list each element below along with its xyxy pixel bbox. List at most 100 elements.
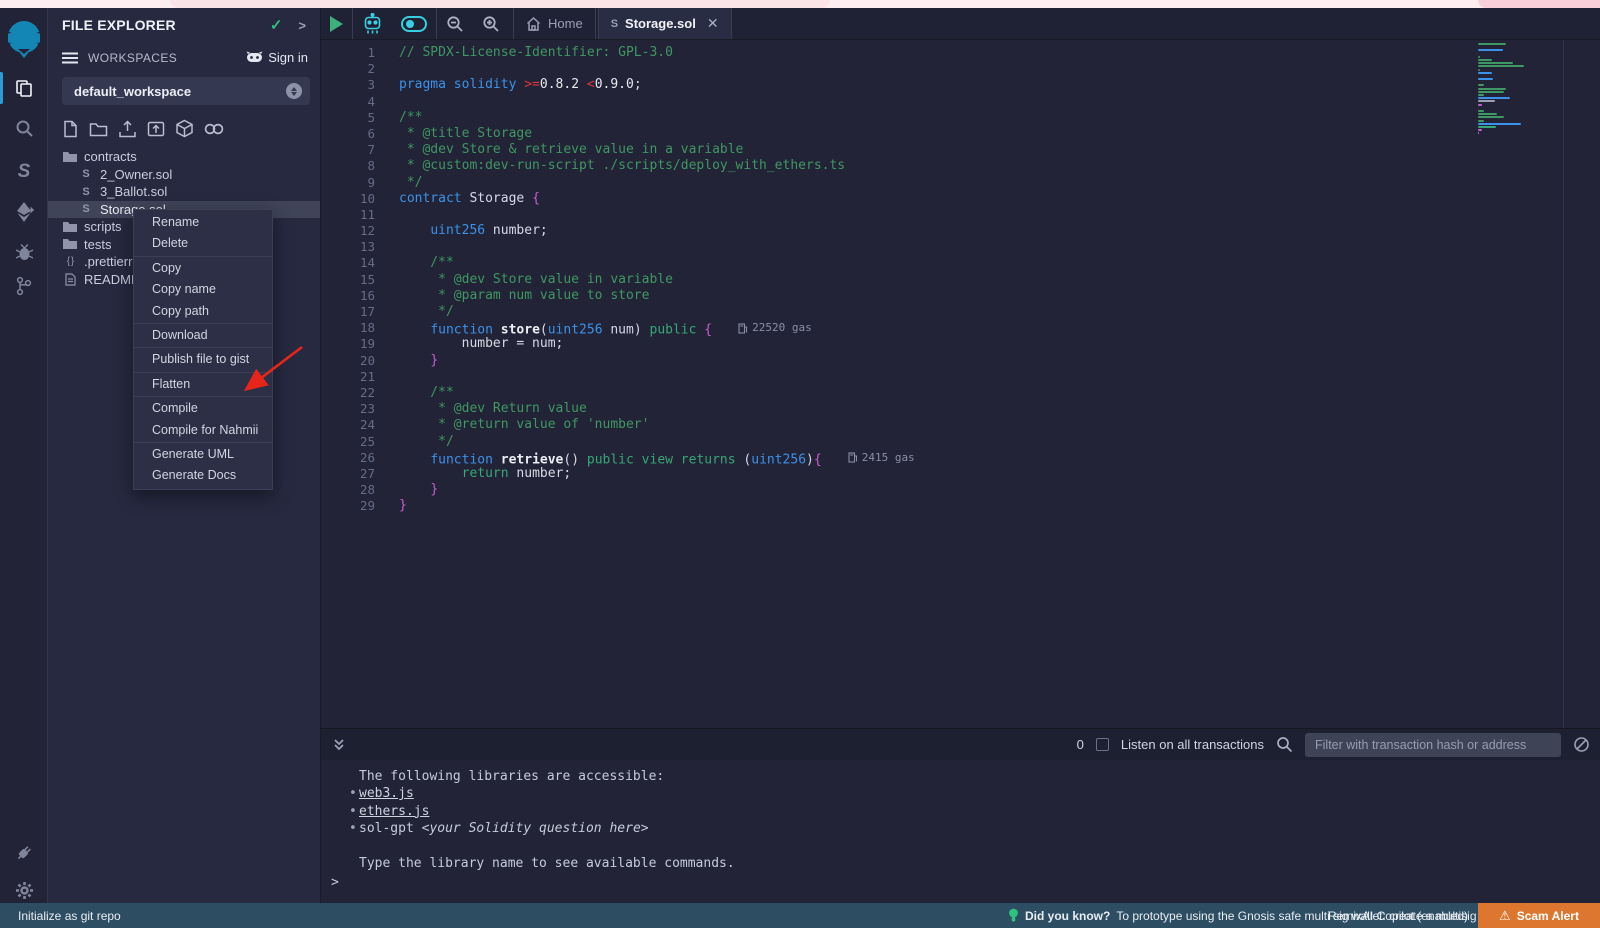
tab-storage-sol[interactable]: S Storage.sol ✕ [598,8,732,39]
workspaces-row: WORKSPACES Sign in [48,42,320,71]
search-transactions-icon[interactable] [1276,736,1293,753]
terminal-panel: 0 Listen on all transactions The followi… [321,728,1600,903]
tree-item-2-owner-sol[interactable]: S2_Owner.sol [48,166,320,184]
code-line-24: * @return value of 'number' [399,417,915,433]
tab-home[interactable]: Home [513,8,596,39]
collapse-terminal-icon[interactable] [331,737,347,753]
listen-transactions-checkbox[interactable] [1096,738,1109,751]
terminal-header: 0 Listen on all transactions [321,729,1600,760]
code-line-15: * @dev Store value in variable [399,272,915,288]
menu-item-publish-file-to-gist[interactable]: Publish file to gist [134,349,272,370]
tree-item-contracts[interactable]: contracts [48,148,320,166]
menu-divider [134,323,272,324]
code-line-10: contract Storage { [399,191,915,207]
menu-item-copy-path[interactable]: Copy path [134,301,272,322]
sidebar-item-search[interactable] [0,110,48,146]
link-icon[interactable] [204,122,224,136]
terminal-link-ethers-js[interactable]: ethers.js [359,804,429,819]
code-line-19: number = num; [399,336,915,352]
workspace-select[interactable]: default_workspace [62,77,310,105]
sign-in-button[interactable]: Sign in [246,50,308,65]
workspace-caret-icon [286,83,302,99]
terminal-prompt[interactable]: > [331,875,339,890]
copilot-toggle[interactable] [392,8,436,39]
code-line-28: } [399,482,915,498]
scam-alert-button[interactable]: ⚠ Scam Alert [1478,903,1600,928]
sidebar-item-debugger[interactable] [0,234,48,270]
activity-bar: S [0,8,48,903]
git-init-button[interactable]: Initialize as git repo [18,909,121,923]
menu-item-delete[interactable]: Delete [134,233,272,254]
cube-icon[interactable] [175,119,194,138]
close-tab-icon[interactable]: ✕ [707,15,719,32]
workspaces-label: WORKSPACES [88,51,177,65]
terminal-link-web3-js[interactable]: web3.js [359,786,414,801]
run-script-button[interactable] [321,8,352,39]
ai-assistant-button[interactable] [353,8,392,39]
tree-item-3-ballot-sol[interactable]: S3_Ballot.sol [48,183,320,201]
code-line-26: function retrieve() public view returns … [399,450,915,466]
terminal-line [359,838,1600,855]
hamburger-menu-icon[interactable] [62,52,78,64]
zoom-out-icon [446,15,464,33]
menu-item-download[interactable]: Download [134,325,272,346]
sidebar-item-plugin-manager[interactable] [0,834,48,870]
code-line-18: function store(uint256 num) public {2252… [399,320,915,336]
check-icon: ✓ [270,16,283,34]
menu-item-copy[interactable]: Copy [134,258,272,279]
sidebar-item-solidity-compiler[interactable]: S [0,154,48,190]
code-line-29: } [399,498,915,514]
zoom-out-button[interactable] [437,8,473,39]
code-line-1: // SPDX-License-Identifier: GPL-3.0 [399,45,915,61]
upload-file-icon[interactable] [118,120,137,138]
menu-item-generate-uml[interactable]: Generate UML [134,444,272,465]
code-line-6: * @title Storage [399,126,915,142]
sidebar-item-deploy-and-run[interactable] [0,194,48,230]
menu-divider [134,396,272,397]
code-editor[interactable]: 1234567891011121314151617181920212223242… [321,40,1600,728]
code-line-9: */ [399,175,915,191]
menu-item-rename[interactable]: Rename [134,212,272,233]
menu-item-copy-name[interactable]: Copy name [134,279,272,300]
transaction-filter-input[interactable] [1305,733,1561,757]
zoom-in-button[interactable] [473,8,509,39]
menu-divider [134,442,272,443]
new-file-icon[interactable] [62,120,79,138]
solidity-file-icon: S [611,18,618,30]
remix-logo-icon[interactable] [4,18,44,62]
clear-console-icon[interactable] [1573,736,1590,753]
copilot-status[interactable]: RemixAI Copilot (enabled) [1328,909,1468,923]
terminal-line: •ethers.js [359,803,1600,820]
lightbulb-icon [1008,908,1019,923]
chevron-right-icon[interactable]: > [298,18,306,33]
menu-item-generate-docs[interactable]: Generate Docs [134,465,272,486]
terminal-line: •web3.js [359,785,1600,802]
code-line-17: */ [399,304,915,320]
code-line-22: /** [399,385,915,401]
menu-item-compile-for-nahmii[interactable]: Compile for Nahmii [134,420,272,441]
code-line-20: } [399,353,915,369]
terminal-line: Type the library name to see available c… [359,855,1600,872]
workspace-selected-value: default_workspace [74,84,191,99]
menu-divider [134,372,272,373]
upload-folder-icon[interactable] [147,120,165,138]
github-icon [246,51,263,64]
sidebar-item-file-explorer[interactable] [0,70,48,106]
minimap[interactable] [1478,43,1536,135]
menu-item-flatten[interactable]: Flatten [134,374,272,395]
file-context-menu: RenameDelete CopyCopy nameCopy path Downlo… [133,209,273,490]
warning-icon: ⚠ [1499,908,1511,924]
code-line-13 [399,239,915,255]
code-line-5: /** [399,110,915,126]
menu-divider [134,347,272,348]
robot-icon [362,13,383,35]
new-folder-icon[interactable] [89,120,108,138]
terminal-output[interactable]: The following libraries are accessible:•… [321,760,1600,904]
sidebar-item-git[interactable] [0,268,48,304]
file-explorer-toolbar [48,105,320,146]
menu-item-compile[interactable]: Compile [134,398,272,419]
home-icon [526,17,541,31]
code-line-7: * @dev Store & retrieve value in a varia… [399,142,915,158]
code-line-23: * @dev Return value [399,401,915,417]
gas-estimate-badge: 22520 gas [738,320,812,336]
